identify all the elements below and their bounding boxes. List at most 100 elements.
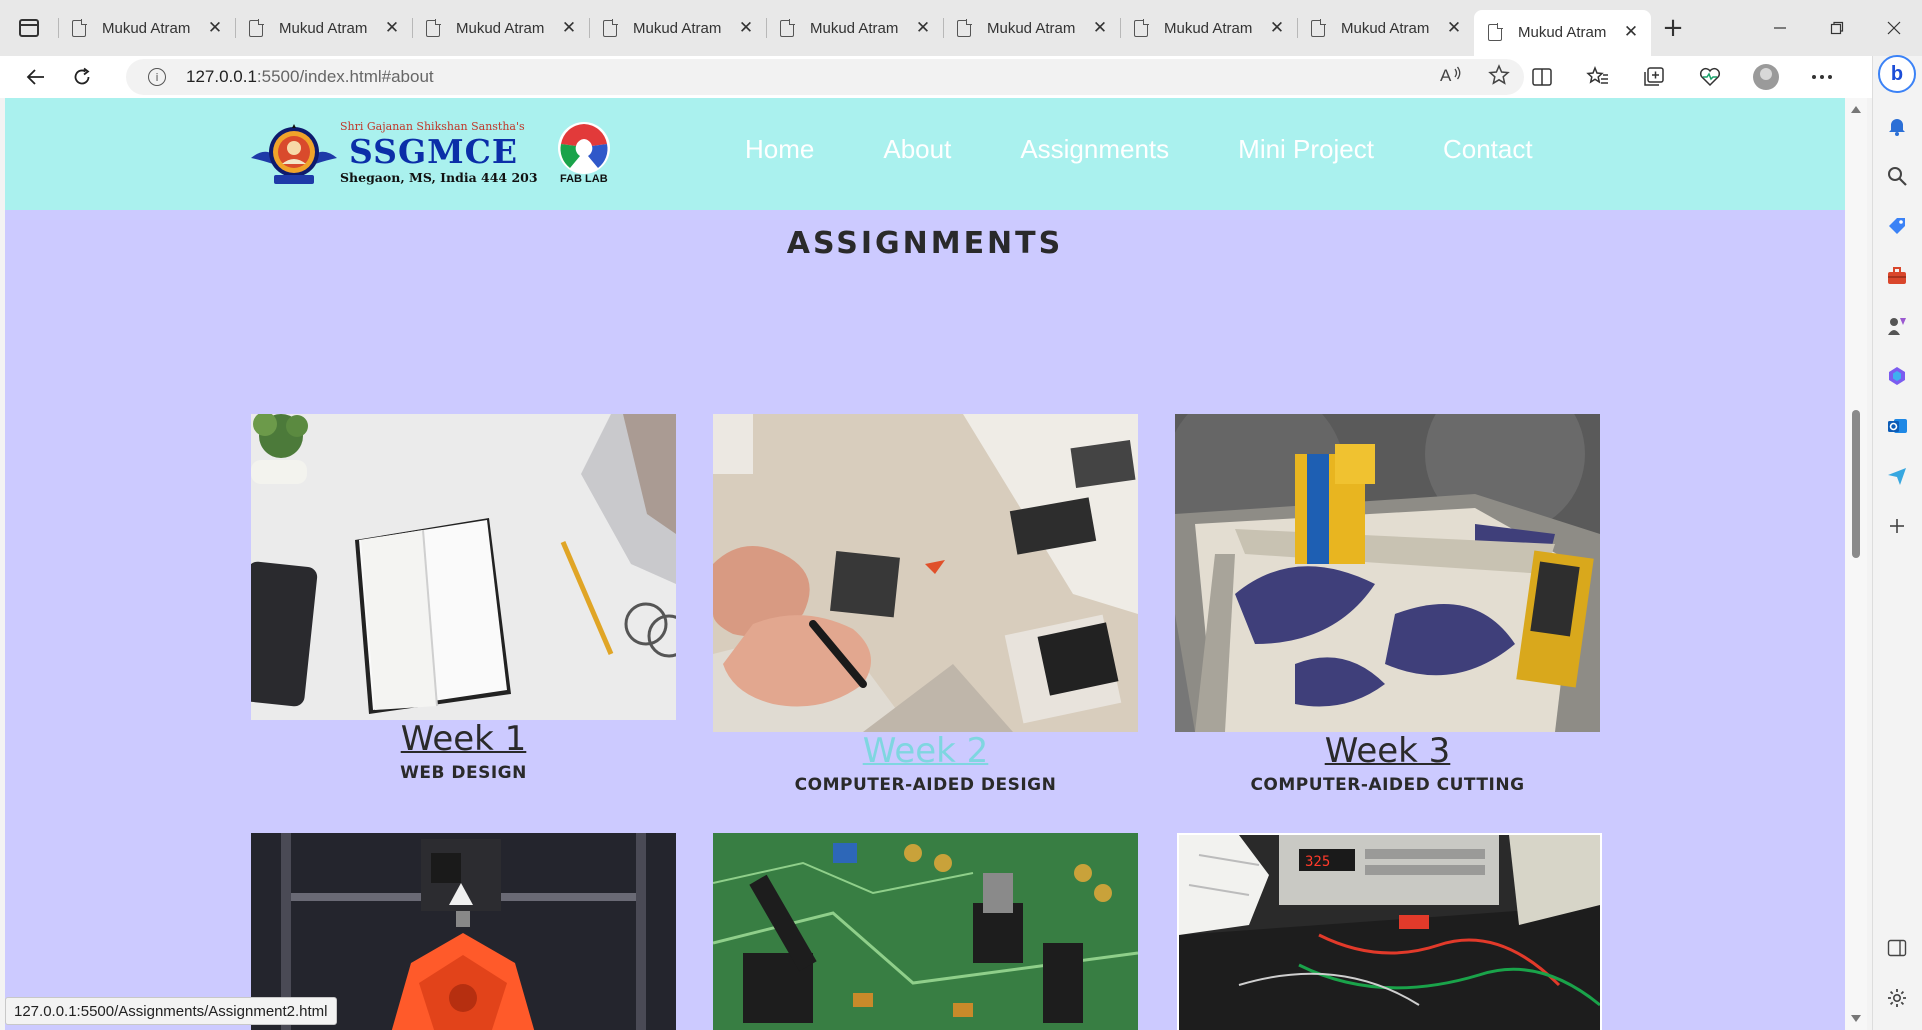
week-1-subtitle: WEB DESIGN bbox=[400, 763, 527, 783]
page-icon bbox=[249, 18, 264, 37]
toolbox-icon[interactable] bbox=[1885, 264, 1909, 288]
outlook-icon[interactable] bbox=[1885, 414, 1909, 438]
week-3-link[interactable]: Week 3 bbox=[1175, 731, 1600, 771]
more-icon[interactable] bbox=[1794, 56, 1850, 98]
nav-about-link[interactable]: About bbox=[883, 134, 951, 165]
new-tab-button[interactable]: + bbox=[1651, 6, 1695, 50]
close-tab-icon[interactable]: ✕ bbox=[205, 18, 225, 38]
assignment-card-week-6[interactable]: 325 bbox=[1177, 833, 1602, 1030]
browser-tab[interactable]: Mukud Atram ✕ bbox=[1120, 6, 1297, 50]
tab-title: Mukud Atram bbox=[102, 19, 191, 37]
week-2-link[interactable]: Week 2 bbox=[713, 731, 1138, 771]
close-tab-icon[interactable]: ✕ bbox=[559, 18, 579, 38]
collections-icon[interactable] bbox=[1626, 56, 1682, 98]
copilot-icon[interactable]: b bbox=[1878, 55, 1916, 93]
week-1-link[interactable]: Week 1 bbox=[251, 719, 676, 759]
assignment-card-week-5[interactable] bbox=[713, 833, 1138, 1030]
nav-home-link[interactable]: Home bbox=[745, 134, 814, 165]
info-icon[interactable]: i bbox=[148, 68, 166, 86]
cnc-cutter-photo[interactable] bbox=[1175, 414, 1600, 732]
shopping-tag-icon[interactable] bbox=[1885, 214, 1909, 238]
page-icon bbox=[1134, 18, 1149, 37]
url-path: :5500/index.html#about bbox=[256, 67, 434, 86]
logo-name: SSGMCE bbox=[349, 132, 519, 171]
favorites-icon[interactable] bbox=[1570, 56, 1626, 98]
games-icon[interactable] bbox=[1885, 314, 1909, 338]
read-aloud-icon[interactable]: A bbox=[1440, 65, 1462, 90]
add-icon[interactable] bbox=[1885, 514, 1909, 538]
close-tab-icon[interactable]: ✕ bbox=[1444, 18, 1464, 38]
window-controls bbox=[1751, 0, 1922, 56]
page-icon bbox=[1311, 18, 1326, 37]
tab-title: Mukud Atram bbox=[279, 19, 368, 37]
settings-gear-icon[interactable] bbox=[1885, 986, 1909, 1010]
close-tab-icon[interactable]: ✕ bbox=[1621, 22, 1641, 42]
microsoft-365-icon[interactable] bbox=[1885, 364, 1909, 388]
tab-title: Mukud Atram bbox=[633, 19, 722, 37]
close-tab-icon[interactable]: ✕ bbox=[382, 18, 402, 38]
browser-tab[interactable]: Mukud Atram ✕ bbox=[58, 6, 235, 50]
scroll-down-arrow-icon[interactable] bbox=[1851, 1015, 1861, 1022]
scroll-up-arrow-icon[interactable] bbox=[1851, 106, 1861, 113]
drawing-hand-photo[interactable] bbox=[713, 414, 1138, 732]
browser-tab-active[interactable]: Mukud Atram ✕ bbox=[1474, 10, 1651, 56]
restore-icon[interactable] bbox=[1808, 0, 1865, 56]
fab-lab-logo: FAB LAB bbox=[550, 120, 618, 188]
ssgmce-emblem-logo bbox=[251, 124, 337, 184]
browser-tab[interactable]: Mukud Atram ✕ bbox=[235, 6, 412, 50]
address-bar[interactable]: i 127.0.0.1:5500/index.html#about A bbox=[126, 59, 1524, 95]
tab-actions-button[interactable] bbox=[0, 0, 58, 56]
site-header: Shri Gajanan Shikshan Sanstha's SSGMCE S… bbox=[5, 98, 1845, 210]
browser-tab[interactable]: Mukud Atram ✕ bbox=[766, 6, 943, 50]
page-icon bbox=[780, 18, 795, 37]
close-window-icon[interactable] bbox=[1865, 0, 1922, 56]
close-tab-icon[interactable]: ✕ bbox=[736, 18, 756, 38]
week-2-subtitle: COMPUTER-AIDED DESIGN bbox=[794, 775, 1057, 795]
heart-pulse-icon[interactable] bbox=[1682, 56, 1738, 98]
back-arrow-icon[interactable] bbox=[14, 59, 58, 95]
reload-icon[interactable] bbox=[60, 59, 104, 95]
tab-title: Mukud Atram bbox=[1164, 19, 1253, 37]
assignment-card-week-3[interactable]: Week 3 COMPUTER-AIDED CUTTING bbox=[1175, 414, 1600, 795]
browser-tab[interactable]: Mukud Atram ✕ bbox=[589, 6, 766, 50]
fab-lab-icon bbox=[558, 122, 610, 174]
tab-title: Mukud Atram bbox=[810, 19, 899, 37]
send-icon[interactable] bbox=[1885, 464, 1909, 488]
browser-tab[interactable]: Mukud Atram ✕ bbox=[1297, 6, 1474, 50]
split-screen-icon[interactable] bbox=[1514, 56, 1570, 98]
nav-mini-project-link[interactable]: Mini Project bbox=[1238, 134, 1374, 165]
assignment-card-week-2[interactable]: Week 2 COMPUTER-AIDED DESIGN bbox=[713, 414, 1138, 795]
avatar bbox=[1753, 64, 1779, 90]
browser-tab[interactable]: Mukud Atram ✕ bbox=[943, 6, 1120, 50]
page-icon bbox=[1488, 22, 1503, 41]
assignment-card-week-1[interactable]: Week 1 WEB DESIGN bbox=[251, 414, 676, 783]
tab-title: Mukud Atram bbox=[1518, 23, 1607, 41]
tab-title: Mukud Atram bbox=[1341, 19, 1430, 37]
circuit-board-photo[interactable] bbox=[713, 833, 1138, 1030]
sidebar-toggle-icon[interactable] bbox=[1885, 936, 1909, 960]
browser-toolbar: i 127.0.0.1:5500/index.html#about A bbox=[0, 56, 1922, 98]
tab-title: Mukud Atram bbox=[456, 19, 545, 37]
nav-contact-link[interactable]: Contact bbox=[1443, 134, 1533, 165]
scrollbar-thumb[interactable] bbox=[1852, 410, 1860, 558]
tab-title: Mukud Atram bbox=[987, 19, 1076, 37]
page-scrollbar[interactable] bbox=[1845, 98, 1867, 1030]
star-icon[interactable] bbox=[1488, 63, 1510, 91]
electronics-lab-photo[interactable]: 325 bbox=[1177, 833, 1602, 1030]
address-url[interactable]: 127.0.0.1:5500/index.html#about bbox=[186, 67, 434, 87]
nav-assignments-link[interactable]: Assignments bbox=[1020, 134, 1169, 165]
browser-tab[interactable]: Mukud Atram ✕ bbox=[412, 6, 589, 50]
toolbar-actions bbox=[1514, 56, 1850, 98]
bell-icon[interactable] bbox=[1885, 114, 1909, 138]
close-tab-icon[interactable]: ✕ bbox=[913, 18, 933, 38]
edge-sidebar: b bbox=[1872, 55, 1922, 1030]
close-tab-icon[interactable]: ✕ bbox=[1090, 18, 1110, 38]
link-status-bar: 127.0.0.1:5500/Assignments/Assignment2.h… bbox=[5, 997, 337, 1025]
profile-avatar-icon[interactable] bbox=[1738, 56, 1794, 98]
minimize-icon[interactable] bbox=[1751, 0, 1808, 56]
desk-notebook-photo[interactable] bbox=[251, 414, 676, 720]
page-icon bbox=[426, 18, 441, 37]
page-icon bbox=[957, 18, 972, 37]
search-icon[interactable] bbox=[1885, 164, 1909, 188]
close-tab-icon[interactable]: ✕ bbox=[1267, 18, 1287, 38]
